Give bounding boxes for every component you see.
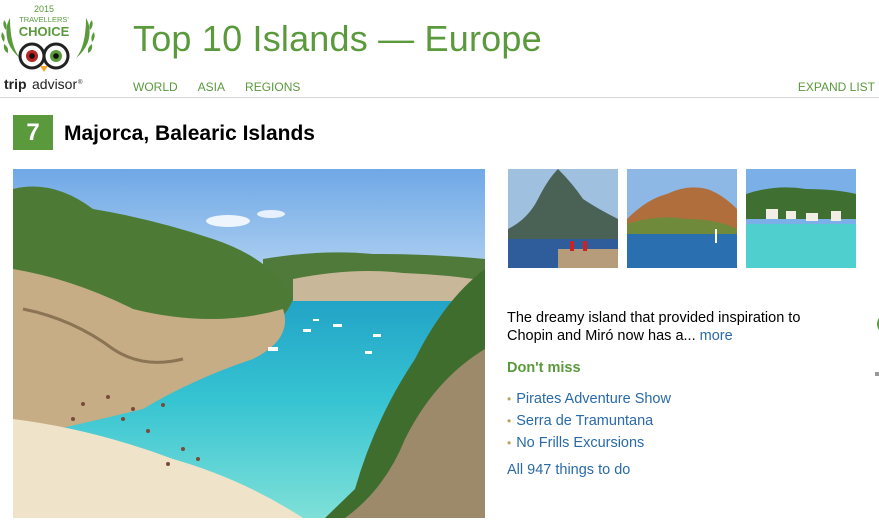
dont-miss-item[interactable]: • Pirates Adventure Show (507, 388, 671, 410)
dont-miss-item[interactable]: • Serra de Tramuntana (507, 410, 671, 432)
thumbnail-photo-2[interactable] (627, 169, 737, 268)
destination-description: The dreamy island that provided inspirat… (507, 309, 837, 345)
nav-world[interactable]: WORLD (133, 80, 178, 94)
dont-miss-link[interactable]: No Frills Excursions (516, 432, 644, 454)
bullet-icon: • (507, 414, 512, 428)
header-divider (0, 97, 879, 98)
rank-badge: 7 (13, 115, 53, 150)
bullet-icon: • (507, 392, 512, 406)
brand-trip: trip (4, 76, 27, 92)
dont-miss-list: • Pirates Adventure Show • Serra de Tram… (507, 388, 671, 454)
description-text: The dreamy island that provided inspirat… (507, 310, 801, 344)
travellers-choice-badge: 2015 TRAVELLERS' CHOICE trip advisor ® (0, 0, 100, 96)
thumbnail-photo-1[interactable] (508, 169, 618, 268)
dont-miss-heading: Don't miss (507, 360, 581, 376)
nav-regions[interactable]: REGIONS (245, 80, 300, 94)
dont-miss-item[interactable]: • No Frills Excursions (507, 432, 671, 454)
brand-advisor: advisor (32, 76, 77, 92)
owl-icon (18, 42, 70, 72)
badge-line1: TRAVELLERS' (19, 15, 69, 24)
nav-asia[interactable]: ASIA (198, 80, 225, 94)
badge-year: 2015 (34, 4, 54, 14)
dont-miss-link[interactable]: Serra de Tramuntana (516, 410, 653, 432)
thumbnail-photo-3[interactable] (746, 169, 856, 268)
dont-miss-link[interactable]: Pirates Adventure Show (516, 388, 671, 410)
next-item-edge[interactable] (873, 318, 879, 378)
brand-trademark: ® (78, 79, 83, 86)
all-things-to-do-link[interactable]: All 947 things to do (507, 462, 630, 478)
more-link[interactable]: more (700, 328, 733, 344)
main-destination-photo[interactable] (13, 169, 485, 518)
destination-name[interactable]: Majorca, Balearic Islands (64, 122, 315, 146)
badge-line2: CHOICE (19, 24, 70, 39)
expand-list-link[interactable]: EXPAND LIST (798, 80, 875, 94)
bullet-icon: • (507, 436, 512, 450)
region-nav: WORLD ASIA REGIONS (133, 80, 300, 94)
page-title: Top 10 Islands — Europe (133, 18, 542, 59)
